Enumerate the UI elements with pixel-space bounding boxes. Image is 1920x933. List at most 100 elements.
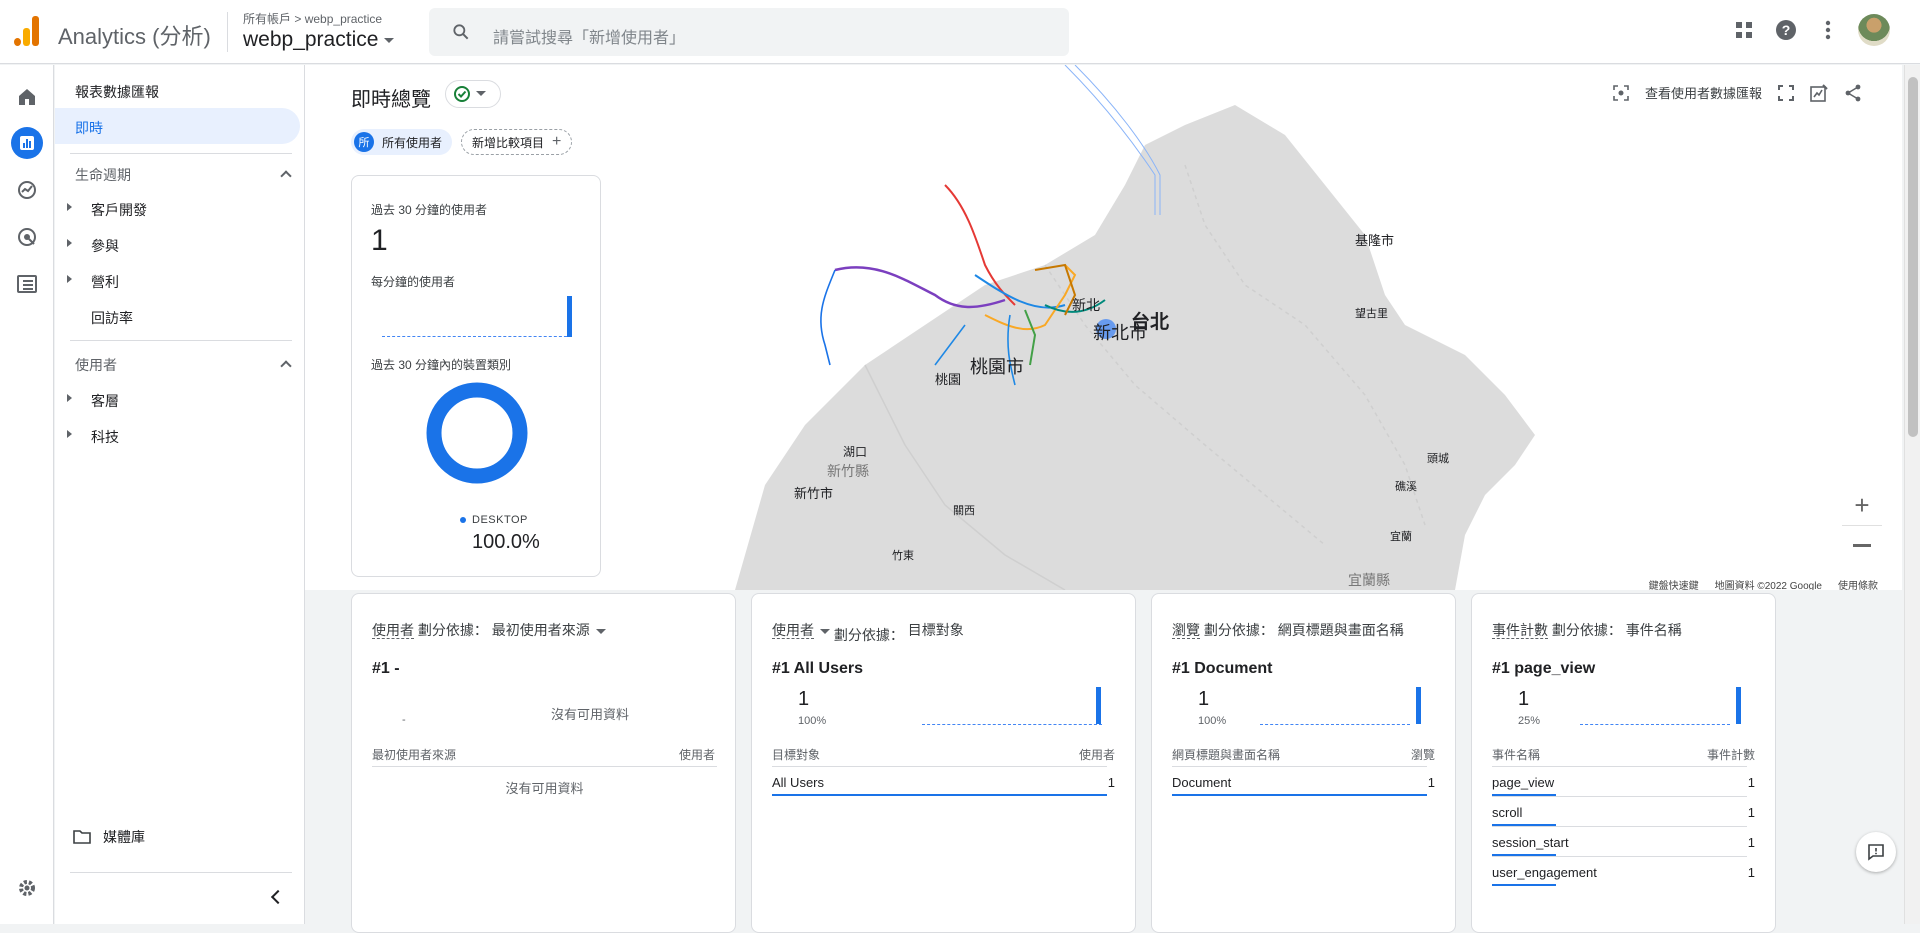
account-breadcrumb[interactable]: 所有帳戶 > webp_practice bbox=[243, 10, 382, 27]
keyboard-shortcuts-link[interactable]: 鍵盤快速鍵 bbox=[1649, 577, 1699, 590]
add-comparison-button[interactable]: 新增比較項目 + bbox=[461, 129, 573, 155]
top-percent: 100% bbox=[1198, 715, 1227, 727]
row-proportion-bar bbox=[1492, 884, 1556, 886]
nav-library[interactable]: 媒體庫 bbox=[73, 827, 145, 847]
account-avatar[interactable] bbox=[1858, 14, 1890, 46]
advertising-icon[interactable] bbox=[11, 221, 43, 253]
nav-section-lifecycle[interactable]: 生命週期 bbox=[75, 165, 131, 185]
scrollbar-thumb[interactable] bbox=[1908, 77, 1918, 437]
more-vert-icon[interactable] bbox=[1816, 18, 1840, 42]
table-row-name[interactable]: user_engagement bbox=[1492, 865, 1597, 880]
col-header-left: 事件名稱 bbox=[1492, 748, 1541, 762]
metric-dropdown[interactable]: 使用者 bbox=[772, 622, 830, 639]
top-rank: #1 All Users bbox=[772, 660, 863, 678]
table-row-name[interactable]: page_view bbox=[1492, 775, 1554, 790]
expand-arrow-icon[interactable] bbox=[67, 430, 72, 438]
sparkline bbox=[1580, 724, 1730, 725]
expand-arrow-icon[interactable] bbox=[67, 394, 72, 402]
map-label: 台北 bbox=[1131, 312, 1170, 333]
dim-prefix: 劃分依據： bbox=[417, 622, 488, 638]
device-legend: DESKTOP bbox=[460, 514, 528, 526]
card-views-by-page-title: 瀏覽 劃分依據： 網頁標題與畫面名稱 #1 Document 1 100% 網頁… bbox=[1151, 593, 1456, 933]
nav-item-engagement[interactable]: 參與 bbox=[91, 236, 119, 256]
rank-number: #1 bbox=[772, 660, 790, 677]
configure-list-icon[interactable] bbox=[11, 268, 43, 300]
per-minute-sparkline bbox=[382, 336, 572, 337]
map-label: 關西 bbox=[953, 505, 975, 517]
map-label: 桃園市 bbox=[970, 357, 1024, 377]
terms-link[interactable]: 使用條款 bbox=[1838, 577, 1878, 590]
dimension-label: 目標對象 bbox=[907, 622, 964, 638]
expand-arrow-icon[interactable] bbox=[67, 275, 72, 283]
zoom-in-button[interactable]: + bbox=[1842, 485, 1882, 525]
nav-item-demographics[interactable]: 客層 bbox=[91, 391, 119, 411]
table-divider bbox=[772, 766, 1107, 767]
nav-section-users[interactable]: 使用者 bbox=[75, 355, 117, 375]
realtime-map[interactable]: 桃園市 桃園 新北市 新北 台北 基隆市 望古里 湖口 新竹縣 新竹市 關西 竹… bbox=[305, 65, 1902, 590]
nav-item-retention[interactable]: 回訪率 bbox=[91, 308, 133, 328]
search-bar[interactable]: 請嘗試搜尋「新增使用者」 bbox=[429, 8, 1069, 56]
data-status-dropdown[interactable] bbox=[445, 80, 501, 108]
apps-grid-icon[interactable] bbox=[1732, 18, 1756, 42]
no-data-text: 沒有可用資料 bbox=[551, 707, 630, 722]
reports-icon[interactable] bbox=[11, 127, 43, 159]
expand-arrow-icon[interactable] bbox=[67, 239, 72, 247]
collapse-nav-button[interactable] bbox=[269, 889, 286, 905]
device-percent: 100.0% bbox=[472, 531, 540, 553]
users-count: 1 bbox=[371, 224, 388, 257]
segment-chip-all-users[interactable]: 所 所有使用者 bbox=[351, 129, 453, 155]
table-divider bbox=[1492, 826, 1747, 827]
share-icon[interactable] bbox=[1844, 84, 1862, 102]
sparkline bbox=[1260, 724, 1410, 725]
home-icon[interactable] bbox=[11, 81, 43, 113]
crumb-property[interactable]: webp_practice bbox=[305, 12, 382, 26]
fullscreen-icon[interactable] bbox=[1778, 84, 1794, 101]
table-row-name[interactable]: session_start bbox=[1492, 835, 1569, 850]
nav-item-acquisition[interactable]: 客戶開發 bbox=[91, 200, 147, 220]
nav-item-tech[interactable]: 科技 bbox=[91, 427, 119, 447]
explore-icon[interactable] bbox=[11, 174, 43, 206]
nav-reports-snapshot[interactable]: 報表數據匯報 bbox=[75, 82, 159, 102]
table-row-name[interactable]: Document bbox=[1172, 775, 1231, 790]
expand-arrow-icon[interactable] bbox=[67, 203, 72, 211]
card-users-by-audience: 使用者 劃分依據： 目標對象 #1 All Users 1 100% 目標對象 … bbox=[751, 593, 1136, 933]
view-user-snapshot-link[interactable]: 查看使用者數據匯報 bbox=[1645, 83, 1762, 102]
main-content: 桃園市 桃園 新北市 新北 台北 基隆市 望古里 湖口 新竹縣 新竹市 關西 竹… bbox=[305, 65, 1902, 933]
device-donut-chart[interactable] bbox=[425, 381, 529, 485]
top-rank: #1 page_view bbox=[1492, 660, 1595, 678]
feedback-button[interactable] bbox=[1856, 832, 1896, 872]
chevron-up-icon[interactable] bbox=[280, 170, 292, 182]
user-snapshot-icon[interactable] bbox=[1613, 84, 1629, 101]
table-row-name[interactable]: scroll bbox=[1492, 805, 1522, 820]
nav-item-realtime[interactable]: 即時 bbox=[55, 108, 300, 144]
metric-label[interactable]: 使用者 bbox=[372, 622, 414, 639]
help-icon[interactable]: ? bbox=[1774, 18, 1798, 42]
property-selector[interactable]: webp_practice bbox=[243, 28, 395, 52]
metric-label[interactable]: 瀏覽 bbox=[1172, 622, 1200, 639]
device-category-title: 過去 30 分鐘內的裝置類別 bbox=[371, 358, 512, 372]
chevron-up-icon[interactable] bbox=[280, 360, 292, 372]
nav-item-realtime-label: 即時 bbox=[75, 120, 103, 136]
nav-item-monetization[interactable]: 營利 bbox=[91, 272, 119, 292]
crumb-root[interactable]: 所有帳戶 bbox=[243, 12, 291, 26]
customize-report-icon[interactable] bbox=[1810, 83, 1828, 102]
row-proportion-bar bbox=[1172, 794, 1427, 796]
dim-prefix: 劃分依據： bbox=[833, 627, 904, 643]
metric-label[interactable]: 事件計數 bbox=[1492, 622, 1548, 639]
nav-divider bbox=[70, 153, 292, 154]
reports-nav: 報表數據匯報 即時 生命週期 客戶開發 參與 營利 回訪率 使用者 客層 科技 … bbox=[55, 65, 305, 924]
chevron-down-icon bbox=[595, 628, 606, 634]
top-app-bar: Analytics (分析) 所有帳戶 > webp_practice webp… bbox=[0, 0, 1920, 64]
chevron-down-icon bbox=[476, 91, 486, 96]
table-row-value: 1 bbox=[1107, 775, 1115, 790]
brand-name: Analytics bbox=[58, 24, 147, 49]
gear-icon[interactable] bbox=[11, 872, 43, 904]
analytics-logo[interactable] bbox=[14, 16, 40, 46]
col-header-right: 事件計數 bbox=[1706, 748, 1755, 762]
zoom-out-button[interactable] bbox=[1842, 525, 1882, 565]
map-label: 礁溪 bbox=[1395, 481, 1417, 493]
dimension-dropdown[interactable]: 最初使用者來源 bbox=[492, 622, 606, 638]
map-label: 新竹市 bbox=[794, 486, 834, 501]
page-scrollbar[interactable] bbox=[1904, 65, 1920, 924]
table-row-name[interactable]: All Users bbox=[772, 775, 824, 790]
